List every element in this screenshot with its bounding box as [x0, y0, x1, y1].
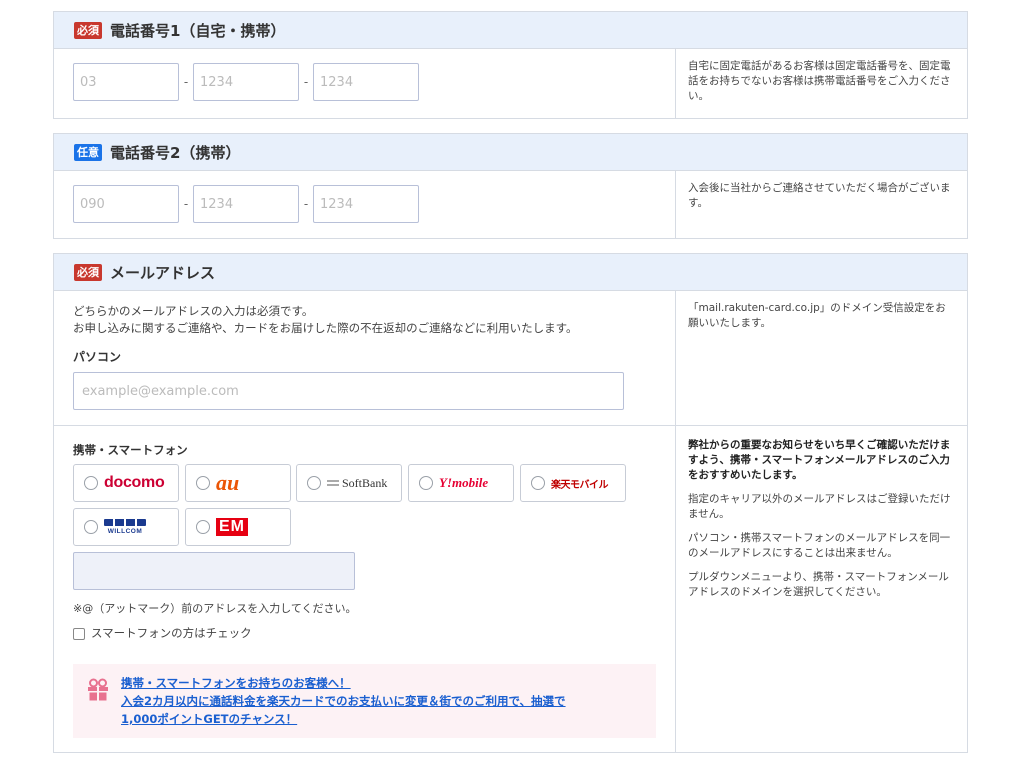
required-badge: 必須	[74, 21, 102, 39]
radio-icon	[419, 476, 433, 490]
phone2-number-input[interactable]	[313, 185, 419, 223]
radio-icon	[196, 476, 210, 490]
phone2-title: 電話番号2（携帯）	[110, 143, 241, 162]
phone1-number-input[interactable]	[313, 63, 419, 101]
phone2-separator: -	[183, 197, 189, 211]
pc-email-input[interactable]	[73, 372, 624, 410]
phone2-inputs-area: - -	[54, 171, 676, 238]
smartphone-checkbox-label: スマートフォンの方はチェック	[91, 626, 252, 640]
promo-banner: 携帯・スマートフォンをお持ちのお客様へ！ 入会2カ月以内に通話料金を楽天カードで…	[73, 664, 656, 738]
radio-icon	[84, 476, 98, 490]
phone1-inputs-area: - -	[54, 49, 676, 118]
carrier-option-rakuten-mobile[interactable]: 楽天モバイル	[520, 464, 626, 502]
mobile-email-input[interactable]	[73, 552, 355, 590]
softbank-logo-mark	[327, 480, 339, 486]
willcom-logo-mark	[104, 519, 146, 526]
ymobile-logo: Y!mobile	[439, 475, 489, 490]
carrier-option-au[interactable]: au	[185, 464, 291, 502]
email-section: 必須 メールアドレス どちらかのメールアドレスの入力は必須です。 お申し込みに関…	[53, 253, 968, 753]
phone1-area-code-input[interactable]	[73, 63, 179, 101]
phone1-header: 必須 電話番号1（自宅・携帯）	[54, 12, 967, 49]
email-title: メールアドレス	[110, 263, 216, 282]
phone1-separator: -	[303, 75, 309, 89]
gift-icon	[88, 678, 108, 701]
carrier-option-ymobile[interactable]: Y!mobile	[408, 464, 514, 502]
em-logo: EM	[216, 518, 248, 536]
optional-badge: 任意	[74, 143, 102, 161]
carrier-option-docomo[interactable]: docomo	[73, 464, 179, 502]
phone2-note-text: 入会後に当社からご連絡させていただく場合がございます。	[688, 182, 951, 209]
phone1-separator: -	[183, 75, 189, 89]
mobile-note-same-address: パソコン・携帯スマートフォンのメールアドレスを同一のメールアドレスにすることは出…	[688, 532, 951, 559]
willcom-logo-group: WILLCOM	[104, 519, 146, 535]
radio-icon	[307, 476, 321, 490]
required-badge: 必須	[74, 263, 102, 281]
promo-link-line2[interactable]: 入会2カ月以内に通話料金を楽天カードでのお支払いに変更＆街でのご利用で、抽選で	[121, 692, 656, 710]
au-logo: au	[216, 470, 240, 495]
pc-email-area: どちらかのメールアドレスの入力は必須です。 お申し込みに関するご連絡や、カードを…	[54, 291, 676, 425]
phone1-note: 自宅に固定電話があるお客様は固定電話番号を、固定電話をお持ちでないお客様は携帯電…	[676, 49, 967, 118]
carrier-option-willcom[interactable]: WILLCOM	[73, 508, 179, 546]
mobile-email-label: 携帯・スマートフォン	[73, 443, 188, 457]
radio-icon	[84, 520, 98, 534]
radio-icon	[531, 476, 545, 490]
promo-link-line3[interactable]: 1,000ポイントGETのチャンス！	[121, 710, 656, 728]
phone1-note-text: 自宅に固定電話があるお客様は固定電話番号を、固定電話をお持ちでないお客様は携帯電…	[688, 60, 951, 102]
carrier-option-softbank[interactable]: SoftBank	[296, 464, 402, 502]
phone2-header: 任意 電話番号2（携帯）	[54, 134, 967, 171]
docomo-logo: docomo	[104, 474, 165, 491]
radio-icon	[196, 520, 210, 534]
mobile-email-area: 携帯・スマートフォン docomo au SoftBank Y!mobile 楽…	[54, 426, 676, 752]
rakuten-mobile-logo: 楽天モバイル	[551, 479, 609, 491]
phone1-section: 必須 電話番号1（自宅・携帯） - - 自宅に固定電話があるお客様は固定電話番号…	[53, 11, 968, 119]
phone2-area-code-input[interactable]	[73, 185, 179, 223]
mobile-email-hint: ※@（アットマーク）前のアドレスを入力してください。	[73, 602, 357, 615]
email-intro-line2: お申し込みに関するご連絡や、カードをお届けした際の不在返却のご連絡などに利用いた…	[73, 321, 578, 335]
phone2-section: 任意 電話番号2（携帯） - - 入会後に当社からご連絡させていただく場合がござ…	[53, 133, 968, 239]
smartphone-checkbox-row[interactable]: スマートフォンの方はチェック	[73, 625, 252, 641]
phone2-note: 入会後に当社からご連絡させていただく場合がございます。	[676, 171, 967, 238]
pc-email-label: パソコン	[73, 350, 122, 364]
phone1-exchange-input[interactable]	[193, 63, 299, 101]
mobile-note-domain: プルダウンメニューより、携帯・スマートフォンメールアドレスのドメインを選択してく…	[688, 571, 949, 598]
carrier-option-em[interactable]: EM	[185, 508, 291, 546]
phone2-exchange-input[interactable]	[193, 185, 299, 223]
promo-link-line1[interactable]: 携帯・スマートフォンをお持ちのお客様へ！	[121, 674, 656, 692]
softbank-logo: SoftBank	[342, 475, 388, 490]
willcom-logo: WILLCOM	[107, 528, 143, 535]
smartphone-checkbox[interactable]	[73, 627, 85, 640]
email-intro-line1: どちらかのメールアドレスの入力は必須です。	[73, 304, 314, 318]
mobile-note-recommend: 弊社からの重要なお知らせをいち早くご確認いただけますよう、携帯・スマートフォンメ…	[688, 439, 951, 481]
pc-email-note-text: 「mail.rakuten-card.co.jp」のドメイン受信設定をお願いいた…	[688, 302, 946, 329]
phone2-separator: -	[303, 197, 309, 211]
pc-email-note: 「mail.rakuten-card.co.jp」のドメイン受信設定をお願いいた…	[676, 291, 967, 425]
mobile-email-notes: 弊社からの重要なお知らせをいち早くご確認いただけますよう、携帯・スマートフォンメ…	[676, 426, 967, 752]
email-header: 必須 メールアドレス	[54, 254, 967, 291]
mobile-note-carrier: 指定のキャリア以外のメールアドレスはご登録いただけません。	[688, 493, 951, 520]
phone1-title: 電話番号1（自宅・携帯）	[110, 21, 286, 40]
